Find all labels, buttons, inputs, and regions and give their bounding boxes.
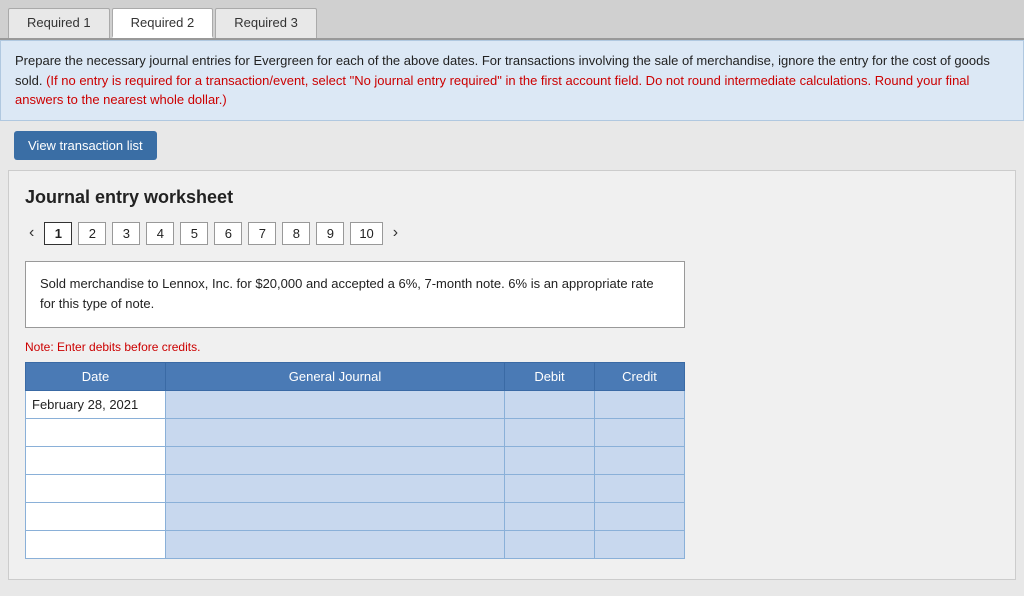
journal-cell-6[interactable] (166, 531, 505, 559)
description-text: Sold merchandise to Lennox, Inc. for $20… (40, 276, 654, 312)
date-value-1: February 28, 2021 (32, 397, 138, 412)
tabs-container: Required 1 Required 2 Required 3 (0, 0, 1024, 40)
header-date: Date (26, 363, 166, 391)
journal-input-1[interactable] (172, 393, 498, 416)
page-4[interactable]: 4 (146, 222, 174, 245)
date-cell-3 (26, 447, 166, 475)
journal-input-6[interactable] (172, 533, 498, 556)
journal-input-3[interactable] (172, 449, 498, 472)
page-2[interactable]: 2 (78, 222, 106, 245)
page-5[interactable]: 5 (180, 222, 208, 245)
debit-cell-5[interactable] (505, 503, 595, 531)
date-cell-5 (26, 503, 166, 531)
page-9[interactable]: 9 (316, 222, 344, 245)
credit-cell-1[interactable] (595, 391, 685, 419)
next-page-arrow[interactable]: › (389, 222, 402, 244)
journal-cell-3[interactable] (166, 447, 505, 475)
credit-cell-5[interactable] (595, 503, 685, 531)
journal-input-2[interactable] (172, 421, 498, 444)
header-general-journal: General Journal (166, 363, 505, 391)
prev-page-arrow[interactable]: ‹ (25, 222, 38, 244)
worksheet-container: Journal entry worksheet ‹ 1 2 3 4 5 6 7 … (8, 170, 1016, 581)
credit-cell-2[interactable] (595, 419, 685, 447)
note-text: Note: Enter debits before credits. (25, 340, 999, 354)
page-8[interactable]: 8 (282, 222, 310, 245)
table-row (26, 419, 685, 447)
date-cell-1: February 28, 2021 (26, 391, 166, 419)
journal-input-4[interactable] (172, 477, 498, 500)
page-1[interactable]: 1 (44, 222, 72, 245)
debit-cell-3[interactable] (505, 447, 595, 475)
credit-input-6[interactable] (601, 533, 678, 556)
debit-input-3[interactable] (511, 449, 588, 472)
page-navigation: ‹ 1 2 3 4 5 6 7 8 9 10 › (25, 222, 999, 245)
tab-required1[interactable]: Required 1 (8, 8, 110, 38)
credit-input-4[interactable] (601, 477, 678, 500)
table-row (26, 447, 685, 475)
tab-required3[interactable]: Required 3 (215, 8, 317, 38)
credit-input-3[interactable] (601, 449, 678, 472)
debit-input-2[interactable] (511, 421, 588, 444)
journal-cell-1[interactable] (166, 391, 505, 419)
page-6[interactable]: 6 (214, 222, 242, 245)
debit-input-5[interactable] (511, 505, 588, 528)
instruction-box: Prepare the necessary journal entries fo… (0, 40, 1024, 121)
journal-cell-4[interactable] (166, 475, 505, 503)
credit-cell-3[interactable] (595, 447, 685, 475)
header-debit: Debit (505, 363, 595, 391)
journal-cell-5[interactable] (166, 503, 505, 531)
date-cell-2 (26, 419, 166, 447)
description-box: Sold merchandise to Lennox, Inc. for $20… (25, 261, 685, 329)
table-row: February 28, 2021 (26, 391, 685, 419)
debit-input-6[interactable] (511, 533, 588, 556)
debit-cell-2[interactable] (505, 419, 595, 447)
page-7[interactable]: 7 (248, 222, 276, 245)
view-transaction-button[interactable]: View transaction list (14, 131, 157, 160)
page-10[interactable]: 10 (350, 222, 382, 245)
journal-cell-2[interactable] (166, 419, 505, 447)
worksheet-title: Journal entry worksheet (25, 187, 999, 208)
debit-cell-4[interactable] (505, 475, 595, 503)
instruction-red-text: (If no entry is required for a transacti… (15, 73, 969, 108)
table-row (26, 531, 685, 559)
table-row (26, 503, 685, 531)
tab-required2[interactable]: Required 2 (112, 8, 214, 38)
journal-input-5[interactable] (172, 505, 498, 528)
credit-input-5[interactable] (601, 505, 678, 528)
credit-input-2[interactable] (601, 421, 678, 444)
debit-input-1[interactable] (511, 393, 588, 416)
credit-input-1[interactable] (601, 393, 678, 416)
table-row (26, 475, 685, 503)
date-cell-6 (26, 531, 166, 559)
page-3[interactable]: 3 (112, 222, 140, 245)
credit-cell-6[interactable] (595, 531, 685, 559)
debit-cell-1[interactable] (505, 391, 595, 419)
date-cell-4 (26, 475, 166, 503)
journal-table: Date General Journal Debit Credit Februa… (25, 362, 685, 559)
debit-cell-6[interactable] (505, 531, 595, 559)
header-credit: Credit (595, 363, 685, 391)
debit-input-4[interactable] (511, 477, 588, 500)
credit-cell-4[interactable] (595, 475, 685, 503)
